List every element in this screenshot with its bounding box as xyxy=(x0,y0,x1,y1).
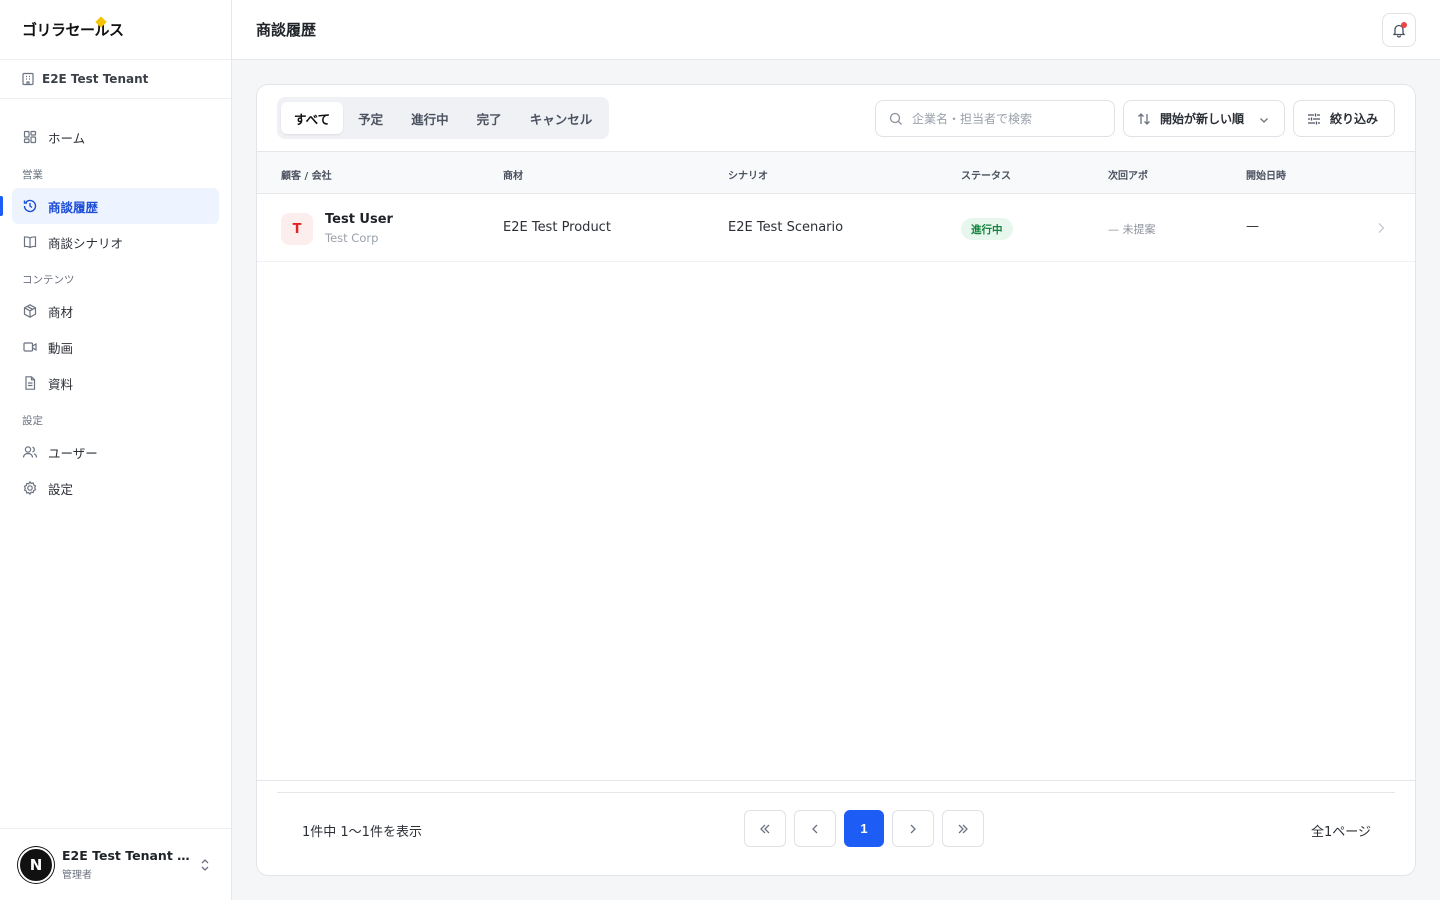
next-page-button[interactable] xyxy=(892,810,934,847)
filter-button[interactable]: 絞り込み xyxy=(1293,100,1395,137)
table-row[interactable]: T Test User Test Corp E2E Test Product E… xyxy=(257,194,1415,262)
building-icon xyxy=(20,71,36,87)
chevron-up-down-icon[interactable] xyxy=(197,857,213,873)
status-tabs: すべて 予定 進行中 完了 キャンセル xyxy=(277,97,610,139)
avatar: N xyxy=(18,846,54,883)
sidebar-item-history[interactable]: 商談履歴 xyxy=(0,188,219,224)
video-icon xyxy=(22,339,38,355)
sidebar-item-settings[interactable]: 設定 xyxy=(12,470,219,506)
chevrons-left-icon xyxy=(757,821,773,837)
users-icon xyxy=(22,444,38,460)
tenant-indicator: E2E Test Tenant xyxy=(0,60,231,99)
notification-dot xyxy=(1401,22,1407,28)
table-header: 顧客 / 会社 商材 シナリオ ステータス 次回アポ 開始日時 xyxy=(257,152,1415,194)
sidebar-item-scenario[interactable]: 商談シナリオ xyxy=(12,224,219,260)
footer-divider xyxy=(257,780,1415,781)
sliders-icon xyxy=(1306,111,1322,127)
gear-icon xyxy=(22,480,38,496)
sidebar-item-label: 設定 xyxy=(48,481,74,497)
result-count: 1件中 1〜1件を表示 xyxy=(302,825,422,840)
page-button-current[interactable]: 1 xyxy=(844,810,884,847)
user-role: 管理者 xyxy=(62,870,92,881)
column-header-product[interactable]: 商材 xyxy=(503,167,523,182)
sidebar-item-label: ホーム xyxy=(48,130,86,146)
notifications-button[interactable] xyxy=(1382,13,1416,47)
document-icon xyxy=(22,375,38,391)
customer-company: Test Corp xyxy=(325,231,379,245)
sidebar-item-label: 商談シナリオ xyxy=(48,235,124,251)
tab-cancelled[interactable]: キャンセル xyxy=(517,102,606,134)
app-logo[interactable]: ゴリラセールス xyxy=(0,0,231,60)
sort-label: 開始が新しい順 xyxy=(1160,112,1245,126)
last-page-button[interactable] xyxy=(942,810,984,847)
column-header-scenario[interactable]: シナリオ xyxy=(728,167,768,182)
sidebar-item-videos[interactable]: 動画 xyxy=(12,329,219,365)
status-badge: 進行中 xyxy=(961,218,1013,240)
user-name: E2E Test Tenant User xyxy=(62,848,192,863)
chevron-down-icon xyxy=(1256,112,1272,128)
column-header-next-apo[interactable]: 次回アポ xyxy=(1108,167,1148,182)
filter-label: 絞り込み xyxy=(1330,112,1379,126)
sidebar: ゴリラセールス E2E Test Tenant ホーム 営業 商談履歴 商談シナ… xyxy=(0,0,232,900)
page-title: 商談履歴 xyxy=(256,21,317,39)
sidebar-item-documents[interactable]: 資料 xyxy=(12,365,219,401)
history-icon xyxy=(22,198,38,214)
history-card: すべて 予定 進行中 完了 キャンセル 開始が新しい順 絞り込み xyxy=(256,84,1416,876)
next-apo-cell: — 未提案 xyxy=(1108,223,1156,236)
sort-icon xyxy=(1136,111,1152,127)
sidebar-item-label: 商談履歴 xyxy=(48,199,99,215)
sidebar-item-home[interactable]: ホーム xyxy=(12,119,219,155)
chevron-right-icon xyxy=(905,821,921,837)
search-box xyxy=(875,100,1115,137)
sidebar-section-settings: 設定 xyxy=(22,415,43,427)
sidebar-section-contents: コンテンツ xyxy=(22,274,75,286)
column-header-customer[interactable]: 顧客 / 会社 xyxy=(281,167,332,182)
tab-scheduled[interactable]: 予定 xyxy=(345,102,396,134)
grid-icon xyxy=(22,129,38,145)
logo-text: ゴリラセールス xyxy=(22,21,124,39)
chevrons-right-icon xyxy=(955,821,971,837)
tab-completed[interactable]: 完了 xyxy=(464,102,515,134)
sidebar-item-label: 商材 xyxy=(48,304,74,320)
scenario-cell: E2E Test Scenario xyxy=(728,220,844,235)
start-date-cell: — xyxy=(1246,219,1259,234)
prev-page-button[interactable] xyxy=(794,810,836,847)
sidebar-section-sales: 営業 xyxy=(22,169,43,181)
page-header: 商談履歴 xyxy=(232,0,1440,60)
sidebar-item-label: 動画 xyxy=(48,340,74,356)
user-info: E2E Test Tenant User 管理者 xyxy=(62,848,192,881)
total-pages: 全1ページ xyxy=(1310,825,1371,840)
column-header-status[interactable]: ステータス xyxy=(961,167,1011,182)
search-input[interactable] xyxy=(912,111,1102,126)
customer-name: Test User xyxy=(325,212,393,227)
sidebar-item-users[interactable]: ユーザー xyxy=(12,434,219,470)
tab-all[interactable]: すべて xyxy=(281,102,344,134)
chevron-right-icon[interactable] xyxy=(1373,220,1389,236)
book-icon xyxy=(22,234,38,250)
sort-dropdown[interactable]: 開始が新しい順 xyxy=(1123,100,1285,137)
first-page-button[interactable] xyxy=(744,810,786,847)
tab-in-progress[interactable]: 進行中 xyxy=(398,102,462,134)
column-header-start[interactable]: 開始日時 xyxy=(1246,167,1286,182)
sidebar-item-products[interactable]: 商材 xyxy=(12,293,219,329)
sidebar-item-label: 資料 xyxy=(48,376,74,392)
search-icon xyxy=(888,111,904,127)
package-icon xyxy=(22,303,38,319)
pagination: 1 xyxy=(744,810,984,847)
product-cell: E2E Test Product xyxy=(503,220,611,235)
pagination-footer: 1件中 1〜1件を表示 1 全1ページ xyxy=(257,780,1415,876)
table-toolbar: すべて 予定 進行中 完了 キャンセル 開始が新しい順 絞り込み xyxy=(257,85,1415,152)
customer-avatar: T xyxy=(281,213,313,245)
chevron-left-icon xyxy=(807,821,823,837)
user-menu[interactable]: N E2E Test Tenant User 管理者 xyxy=(0,828,231,900)
tenant-name: E2E Test Tenant xyxy=(42,72,149,86)
sidebar-nav: ホーム 営業 商談履歴 商談シナリオ コンテンツ 商材 動画 資料 設定 ユーザ… xyxy=(0,99,231,506)
sidebar-item-label: ユーザー xyxy=(48,445,98,461)
